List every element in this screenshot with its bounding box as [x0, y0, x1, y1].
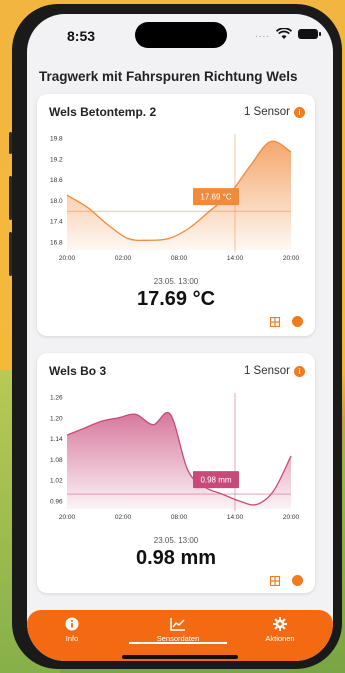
x-tick-label: 20:00 [283, 255, 300, 262]
x-tick-label: 20:00 [59, 255, 76, 262]
reading-value: 0.98 mm [135, 547, 217, 569]
status-dot-icon[interactable] [292, 575, 303, 586]
reading-value: 17.69 °C [136, 288, 216, 310]
status-time: 8:53 [67, 28, 96, 44]
tab-bar: Info Sensordaten Aktionen [27, 610, 333, 661]
y-tick-label: 1.26 [50, 395, 63, 402]
table-icon[interactable] [270, 316, 280, 327]
y-tick-label: 17.4 [50, 219, 63, 226]
side-button [9, 132, 12, 154]
y-tick-label: 1.08 [50, 457, 63, 464]
y-tick-label: 16.8 [50, 240, 63, 247]
y-tick-label: 19.2 [50, 156, 63, 163]
gear-icon [273, 617, 287, 631]
volume-up-button [9, 176, 12, 220]
x-tick-label: 14:00 [227, 255, 244, 262]
status-icons: .... [255, 28, 322, 40]
sensor-card-betontemp[interactable]: Wels Betontemp. 2 1 Sensor i 19.8 19.2 18.… [37, 94, 315, 336]
x-tick-label: 08:00 [171, 514, 188, 521]
tooltip-text: 0.98 mm [200, 476, 231, 485]
volume-down-button [9, 232, 12, 276]
x-tick-label: 20:00 [283, 514, 300, 521]
y-tick-label: 18.0 [50, 198, 63, 205]
status-dot-icon[interactable] [292, 316, 303, 327]
tab-label: Info [65, 634, 79, 643]
y-tick-label: 1.14 [50, 436, 63, 443]
x-tick-label: 20:00 [59, 514, 76, 521]
y-tick-label: 1.20 [50, 415, 63, 422]
reading-timestamp: 23.05. 13:00 [153, 277, 199, 286]
tooltip-text: 17.69 °C [200, 193, 231, 202]
phone-screen: 8:53 .... Tragwerk mit Fahrspuren Richtu… [27, 14, 333, 661]
y-tick-label: 18.6 [50, 177, 63, 184]
page-title: Tragwerk mit Fahrspuren Richtung Wels [39, 69, 298, 84]
tab-sensordaten[interactable]: Sensordaten [133, 616, 223, 643]
x-tick-label: 08:00 [171, 255, 188, 262]
wifi-icon [276, 28, 293, 39]
y-tick-label: 19.8 [50, 136, 63, 143]
card-footer-icons [270, 575, 303, 586]
card-footer-icons [270, 316, 303, 327]
x-tick-label: 02:00 [115, 514, 132, 521]
table-icon[interactable] [270, 575, 280, 586]
info-icon [65, 617, 79, 631]
series-area [67, 412, 291, 509]
y-tick-label: 0.96 [50, 499, 63, 506]
dynamic-island [135, 22, 227, 48]
temperature-chart[interactable]: 19.8 19.2 18.6 18.0 17.4 16.8 20:00 02:00 08:00 1… [37, 94, 315, 294]
active-tab-indicator [129, 642, 227, 644]
signal-icon: .... [255, 28, 271, 40]
home-indicator [122, 655, 238, 659]
tab-label: Aktionen [265, 634, 295, 643]
reading-timestamp: 23.05. 13:00 [153, 536, 199, 545]
status-bar: 8:53 .... [27, 14, 333, 58]
battery-icon [298, 29, 322, 39]
displacement-chart[interactable]: 1.26 1.20 1.14 1.08 1.02 0.96 20:00 02:00 08:00 1… [37, 353, 315, 553]
tab-aktionen[interactable]: Aktionen [235, 616, 325, 643]
x-tick-label: 14:00 [227, 514, 244, 521]
tab-info[interactable]: Info [27, 616, 117, 643]
sensor-card-bo3[interactable]: Wels Bo 3 1 Sensor i 1.26 1.20 1.14 1.08 1.0… [37, 353, 315, 593]
chart-icon [170, 618, 185, 631]
y-tick-label: 1.02 [50, 478, 63, 485]
x-tick-label: 02:00 [115, 255, 132, 262]
